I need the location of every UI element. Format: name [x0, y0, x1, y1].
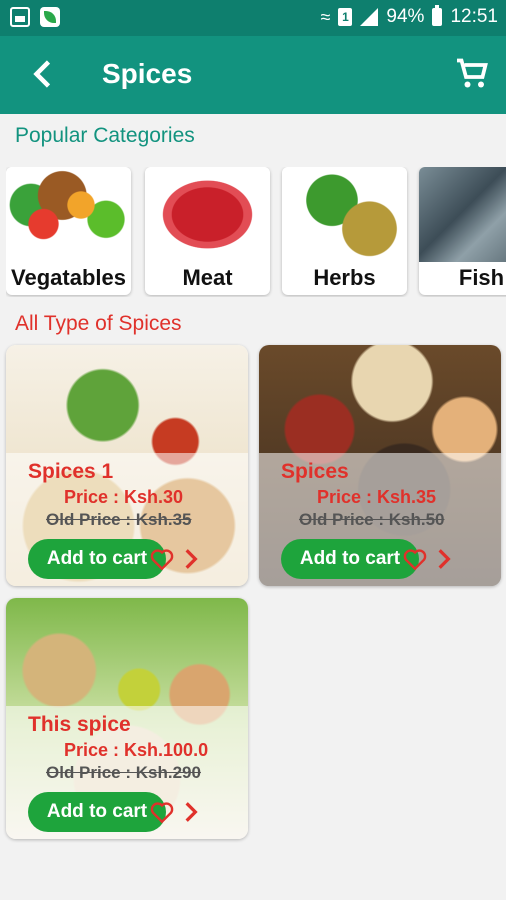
category-label: Herbs	[313, 265, 376, 290]
product-card[interactable]: Spices 1 Price : Ksh.30 Old Price : Ksh.…	[6, 345, 248, 586]
product-name: Spices	[281, 460, 349, 483]
sim-icon: 1	[338, 8, 353, 26]
product-price: Price : Ksh.35	[317, 487, 437, 507]
heart-icon[interactable]	[149, 546, 175, 572]
app-bar: Spices	[0, 36, 506, 114]
chevron-right-icon[interactable]	[178, 546, 204, 572]
vegetables-image	[6, 167, 131, 262]
category-label: Vegatables	[11, 265, 126, 290]
chevron-right-icon[interactable]	[431, 546, 457, 572]
battery-percent: 94%	[386, 6, 425, 27]
heart-icon[interactable]	[402, 546, 428, 572]
product-price: Price : Ksh.30	[64, 487, 184, 507]
gallery-icon	[10, 7, 30, 27]
meat-image	[145, 167, 270, 262]
heart-icon[interactable]	[149, 799, 175, 825]
category-card-meat[interactable]: Meat	[145, 167, 270, 295]
clock: 12:51	[450, 6, 498, 27]
chevron-right-icon[interactable]	[178, 799, 204, 825]
fish-image	[419, 167, 506, 262]
product-card[interactable]: This spice Price : Ksh.100.0 Old Price :…	[6, 598, 248, 839]
product-old-price: Old Price : Ksh.290	[46, 763, 201, 782]
product-card[interactable]: Spices Price : Ksh.35 Old Price : Ksh.50…	[259, 345, 501, 586]
category-label: Fish	[458, 265, 505, 290]
herbs-image	[282, 167, 407, 262]
product-name: Spices 1	[28, 460, 114, 483]
product-old-price: Old Price : Ksh.50	[299, 510, 445, 529]
app-notification-icon	[40, 7, 60, 27]
page-title: Spices	[102, 58, 193, 89]
battery-icon	[432, 5, 443, 26]
category-label: Meat	[182, 265, 233, 290]
category-card-herbs[interactable]: Herbs	[282, 167, 407, 295]
categories-carousel[interactable]: Vegatables Meat Herbs Fish	[6, 167, 506, 297]
wifi-icon: ≈	[320, 6, 331, 27]
product-name: This spice	[28, 713, 131, 736]
add-to-cart-button[interactable]: Add to cart	[28, 539, 166, 579]
category-card-fish[interactable]: Fish	[419, 167, 506, 295]
add-to-cart-button[interactable]: Add to cart	[28, 792, 166, 832]
product-old-price: Old Price : Ksh.35	[46, 510, 192, 529]
category-card-vegetables[interactable]: Vegatables	[6, 167, 131, 295]
product-price: Price : Ksh.100.0	[64, 740, 209, 760]
back-arrow-icon[interactable]	[26, 56, 62, 92]
shopping-cart-icon[interactable]	[454, 56, 490, 92]
signal-icon	[360, 8, 379, 26]
status-bar: ≈ 1 94% 12:51	[0, 0, 506, 36]
all-spices-heading: All Type of Spices	[15, 312, 182, 335]
add-to-cart-button[interactable]: Add to cart	[281, 539, 419, 579]
popular-categories-heading: Popular Categories	[15, 124, 195, 147]
